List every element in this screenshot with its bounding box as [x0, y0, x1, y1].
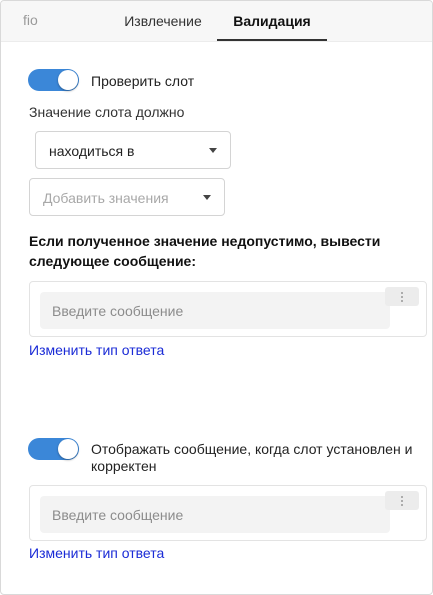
- toggle-knob: [58, 439, 78, 459]
- show-on-valid-label: Отображать сообщение, когда слот установ…: [91, 441, 413, 474]
- more-options-icon[interactable]: [385, 491, 419, 510]
- invalid-message-heading: Если полученное значение недопустимо, вы…: [29, 233, 381, 269]
- change-response-type-link[interactable]: Изменить тип ответа: [29, 545, 164, 561]
- condition-select[interactable]: находиться в: [35, 131, 231, 169]
- change-response-type-link[interactable]: Изменить тип ответа: [29, 342, 164, 358]
- check-slot-toggle[interactable]: [28, 69, 79, 91]
- slot-value-label: Значение слота должно: [29, 104, 185, 120]
- slot-settings-panel: fio Извлечение Валидация Проверить слот …: [0, 0, 433, 595]
- tab-extraction[interactable]: Извлечение: [115, 13, 211, 29]
- condition-select-value: находиться в: [49, 143, 135, 159]
- valid-message-card: [29, 485, 427, 541]
- show-on-valid-toggle[interactable]: [28, 438, 79, 460]
- active-tab-indicator: [217, 39, 327, 41]
- invalid-message-input[interactable]: [40, 292, 390, 329]
- chevron-down-icon: [209, 148, 217, 153]
- values-select-placeholder: Добавить значения: [43, 190, 169, 206]
- valid-message-input[interactable]: [40, 496, 390, 533]
- panel-header: fio Извлечение Валидация: [1, 1, 432, 42]
- tab-validation[interactable]: Валидация: [217, 13, 327, 29]
- chevron-down-icon: [203, 195, 211, 200]
- check-slot-label: Проверить слот: [91, 73, 195, 89]
- invalid-message-card: [29, 281, 427, 337]
- toggle-knob: [58, 70, 78, 90]
- slot-name: fio: [23, 12, 38, 28]
- more-options-icon[interactable]: [385, 287, 419, 306]
- values-select[interactable]: Добавить значения: [29, 178, 225, 216]
